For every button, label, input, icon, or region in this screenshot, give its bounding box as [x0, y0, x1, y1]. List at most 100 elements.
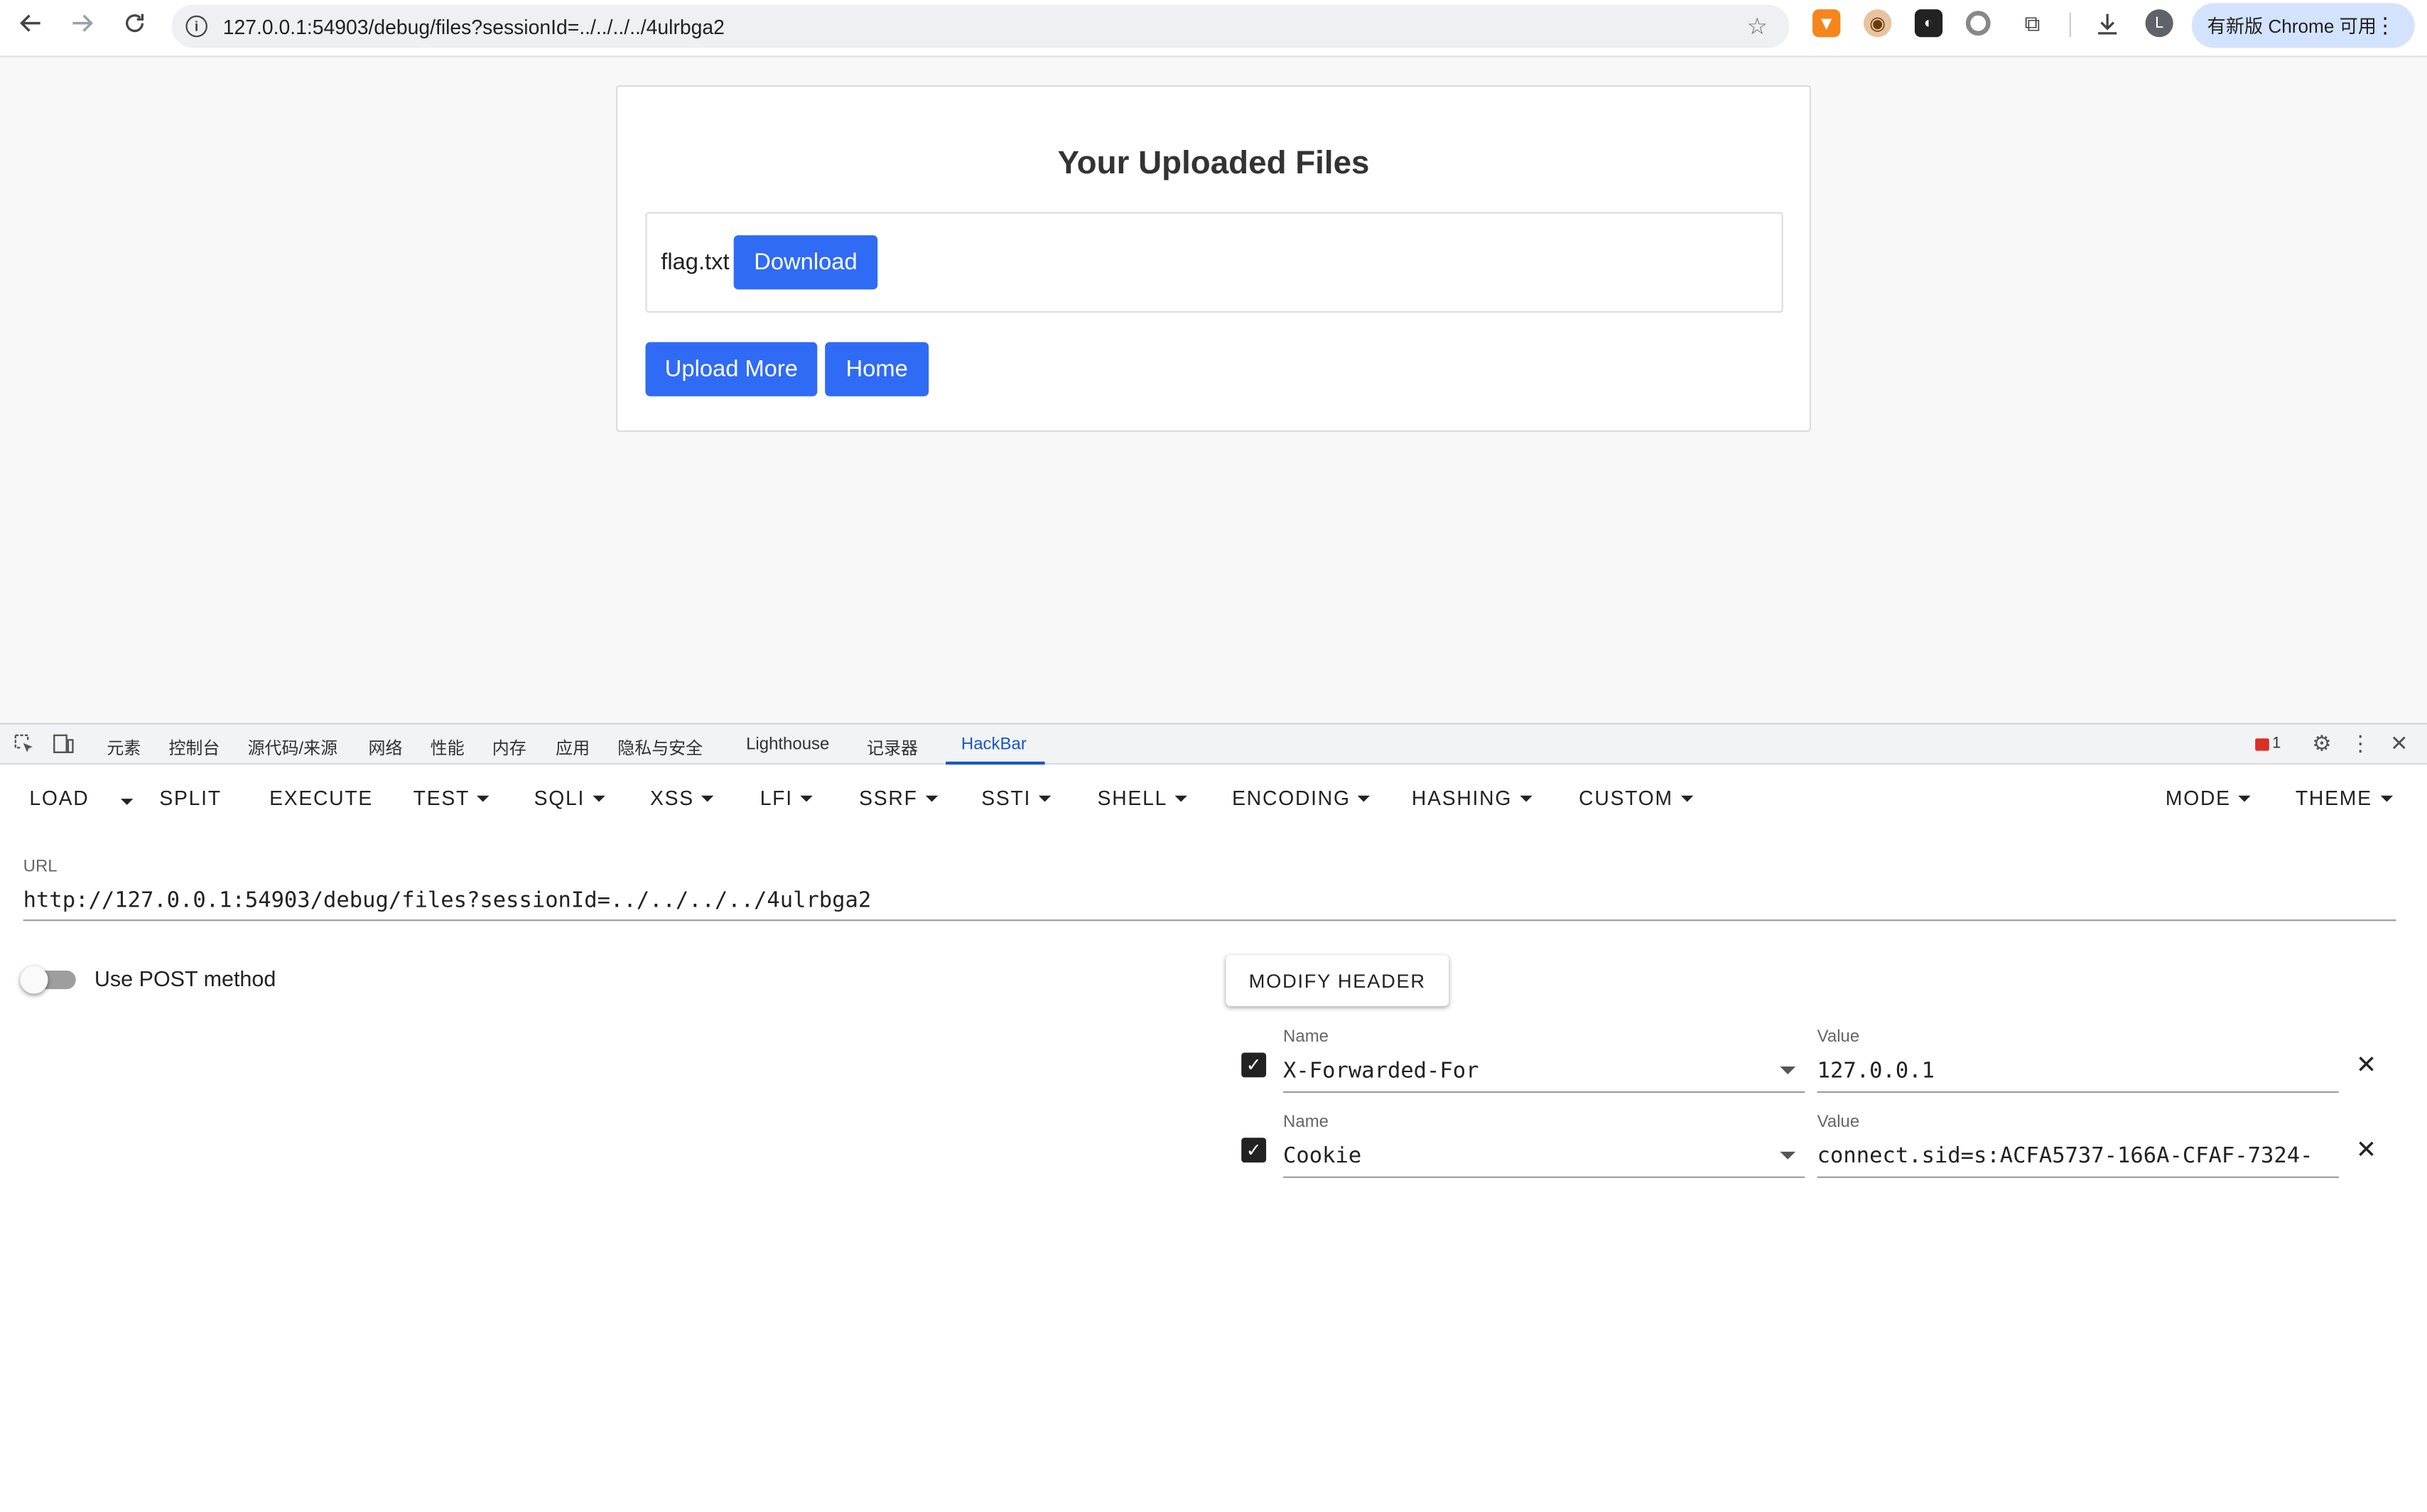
tab-network[interactable]: 网络	[369, 735, 403, 760]
tab-recorder[interactable]: 记录器	[867, 735, 918, 760]
remove-header-close-icon[interactable]: ✕	[2356, 1049, 2377, 1081]
header-value-input[interactable]: 127.0.0.1	[1817, 1059, 2339, 1084]
header-value-input[interactable]: connect.sid=s:ACFA5737-166A-CFAF-7324-	[1817, 1144, 2339, 1169]
dropdown-arrow-icon[interactable]	[1780, 1066, 1796, 1074]
settings-gear-icon[interactable]: ⚙	[2311, 730, 2333, 755]
close-devtools-icon[interactable]: ✕	[2389, 730, 2411, 755]
menu-mode[interactable]: MODE	[2166, 787, 2252, 809]
caret-down-icon	[593, 795, 605, 802]
menu-sqli[interactable]: SQLI	[534, 786, 605, 810]
dropdown-arrow-icon[interactable]	[1780, 1151, 1796, 1160]
menu-xss-label: XSS	[650, 786, 694, 810]
reload-icon[interactable]	[118, 6, 152, 40]
caret-down-icon	[2379, 795, 2393, 802]
menu-ssti[interactable]: SSTI	[981, 787, 1052, 809]
menu-sqli-label: SQLI	[534, 786, 585, 810]
caret-down-icon	[1520, 795, 1533, 802]
header-name-select[interactable]: Cookie	[1283, 1144, 1748, 1169]
menu-execute[interactable]: EXECUTE	[269, 787, 373, 810]
extensions-puzzle-icon[interactable]: ⧉	[2018, 9, 2046, 37]
issues-count: 1	[2272, 735, 2281, 752]
tab-console[interactable]: 控制台	[168, 735, 220, 760]
url-input[interactable]: http://127.0.0.1:54903/debug/files?sessi…	[23, 889, 872, 914]
address-bar[interactable]: i 127.0.0.1:54903/debug/files?sessionId=…	[171, 4, 1790, 48]
hackbar-panel: LOAD SPLIT EXECUTE TEST SQLI XSS LFI SSR…	[0, 765, 2427, 1512]
caret-down-icon	[1039, 795, 1052, 802]
tab-sources[interactable]: 源代码/来源	[248, 735, 337, 760]
menu-lfi[interactable]: LFI	[760, 787, 813, 809]
avatar[interactable]: L	[2145, 9, 2173, 38]
owl-extension-icon[interactable]: ◉	[1864, 9, 1892, 38]
device-toolbar-icon[interactable]	[53, 732, 75, 754]
menu-xss[interactable]: XSS	[650, 786, 715, 810]
site-info-icon[interactable]: i	[185, 15, 207, 38]
back-arrow-icon[interactable]	[14, 6, 48, 40]
upload-more-button[interactable]: Upload More	[645, 342, 818, 396]
header-value-label: Value	[1817, 1113, 1860, 1132]
menu-theme[interactable]: THEME	[2296, 787, 2393, 809]
header-value-label: Value	[1817, 1027, 1860, 1047]
address-url[interactable]: 127.0.0.1:54903/debug/files?sessionId=..…	[223, 15, 725, 38]
metamask-fox-icon[interactable]: ▼	[1812, 9, 1841, 38]
menu-load[interactable]: LOAD	[29, 787, 89, 810]
url-input-underline	[23, 919, 2396, 922]
chrome-update-label: 有新版 Chrome 可用	[2207, 15, 2377, 38]
menu-hashing[interactable]: HASHING	[1411, 786, 1533, 810]
tab-memory[interactable]: 内存	[492, 735, 526, 760]
circle-extension-icon[interactable]	[1965, 11, 1991, 36]
menu-shell-label: SHELL	[1097, 786, 1168, 810]
toolbar-divider	[2069, 12, 2071, 38]
devtools-more-icon[interactable]: ⋮	[2350, 730, 2372, 755]
post-method-toggle-thumb[interactable]	[20, 966, 48, 994]
bookmark-star-icon[interactable]: ☆	[1747, 12, 1768, 40]
chrome-update-button[interactable]: 有新版 Chrome 可用 ⋮	[2191, 3, 2415, 48]
menu-custom-label: CUSTOM	[1579, 786, 1673, 810]
remove-header-close-icon[interactable]: ✕	[2356, 1135, 2377, 1166]
mask-extension-icon[interactable]: ◐	[1914, 9, 1943, 38]
modify-header-button[interactable]: MODIFY HEADER	[1226, 955, 1449, 1007]
caret-down-icon	[2238, 795, 2252, 802]
caret-down-icon	[701, 795, 715, 802]
menu-custom[interactable]: CUSTOM	[1579, 786, 1694, 810]
forward-arrow-icon[interactable]	[65, 6, 99, 40]
caret-down-icon	[1175, 795, 1188, 802]
menu-test-label: TEST	[413, 786, 470, 810]
issue-flag-icon	[2255, 738, 2269, 750]
tab-application[interactable]: 应用	[556, 735, 590, 760]
tab-lighthouse[interactable]: Lighthouse	[746, 735, 829, 754]
issues-badge[interactable]: 1	[2255, 735, 2281, 752]
menu-test[interactable]: TEST	[413, 786, 490, 810]
header-value-underline	[1817, 1176, 2339, 1178]
menu-shell[interactable]: SHELL	[1097, 786, 1188, 810]
menu-encoding[interactable]: ENCODING	[1232, 787, 1371, 809]
tab-privacy-security[interactable]: 隐私与安全	[617, 735, 703, 760]
header-name-underline	[1283, 1176, 1805, 1178]
home-button[interactable]: Home	[825, 342, 929, 396]
load-dropdown-caret-icon[interactable]	[113, 788, 134, 816]
header-name-select[interactable]: X-Forwarded-For	[1283, 1059, 1748, 1084]
caret-down-icon	[1680, 795, 1694, 802]
caret-down-icon	[925, 795, 938, 802]
tab-hackbar[interactable]: HackBar	[961, 735, 1027, 754]
tab-performance[interactable]: 性能	[431, 735, 465, 760]
more-vertical-icon[interactable]: ⋮	[2374, 12, 2396, 38]
download-button[interactable]: Download	[733, 235, 878, 290]
inspect-element-icon[interactable]	[12, 732, 34, 754]
header-enabled-checkbox[interactable]: ✓	[1241, 1138, 1267, 1163]
header-name-underline	[1283, 1091, 1805, 1094]
uploaded-files-card: Your Uploaded Files flag.txt Download Up…	[616, 85, 1811, 432]
devtools-tab-bar: 元素 控制台 源代码/来源 网络 性能 内存 应用 隐私与安全 Lighthou…	[0, 723, 2427, 765]
caret-down-icon	[1358, 795, 1371, 802]
caret-down-icon	[477, 795, 490, 802]
page-title: Your Uploaded Files	[1057, 145, 1370, 181]
header-name-label: Name	[1283, 1027, 1329, 1047]
download-icon[interactable]	[2092, 9, 2120, 37]
menu-split[interactable]: SPLIT	[159, 787, 221, 810]
menu-ssrf[interactable]: SSRF	[859, 786, 938, 810]
menu-hashing-label: HASHING	[1411, 786, 1513, 810]
tab-elements[interactable]: 元素	[107, 735, 141, 760]
menu-ssrf-label: SSRF	[859, 786, 918, 810]
browser-toolbar: i 127.0.0.1:54903/debug/files?sessionId=…	[0, 0, 2427, 58]
header-enabled-checkbox[interactable]: ✓	[1241, 1052, 1267, 1078]
url-field-label: URL	[23, 857, 58, 877]
